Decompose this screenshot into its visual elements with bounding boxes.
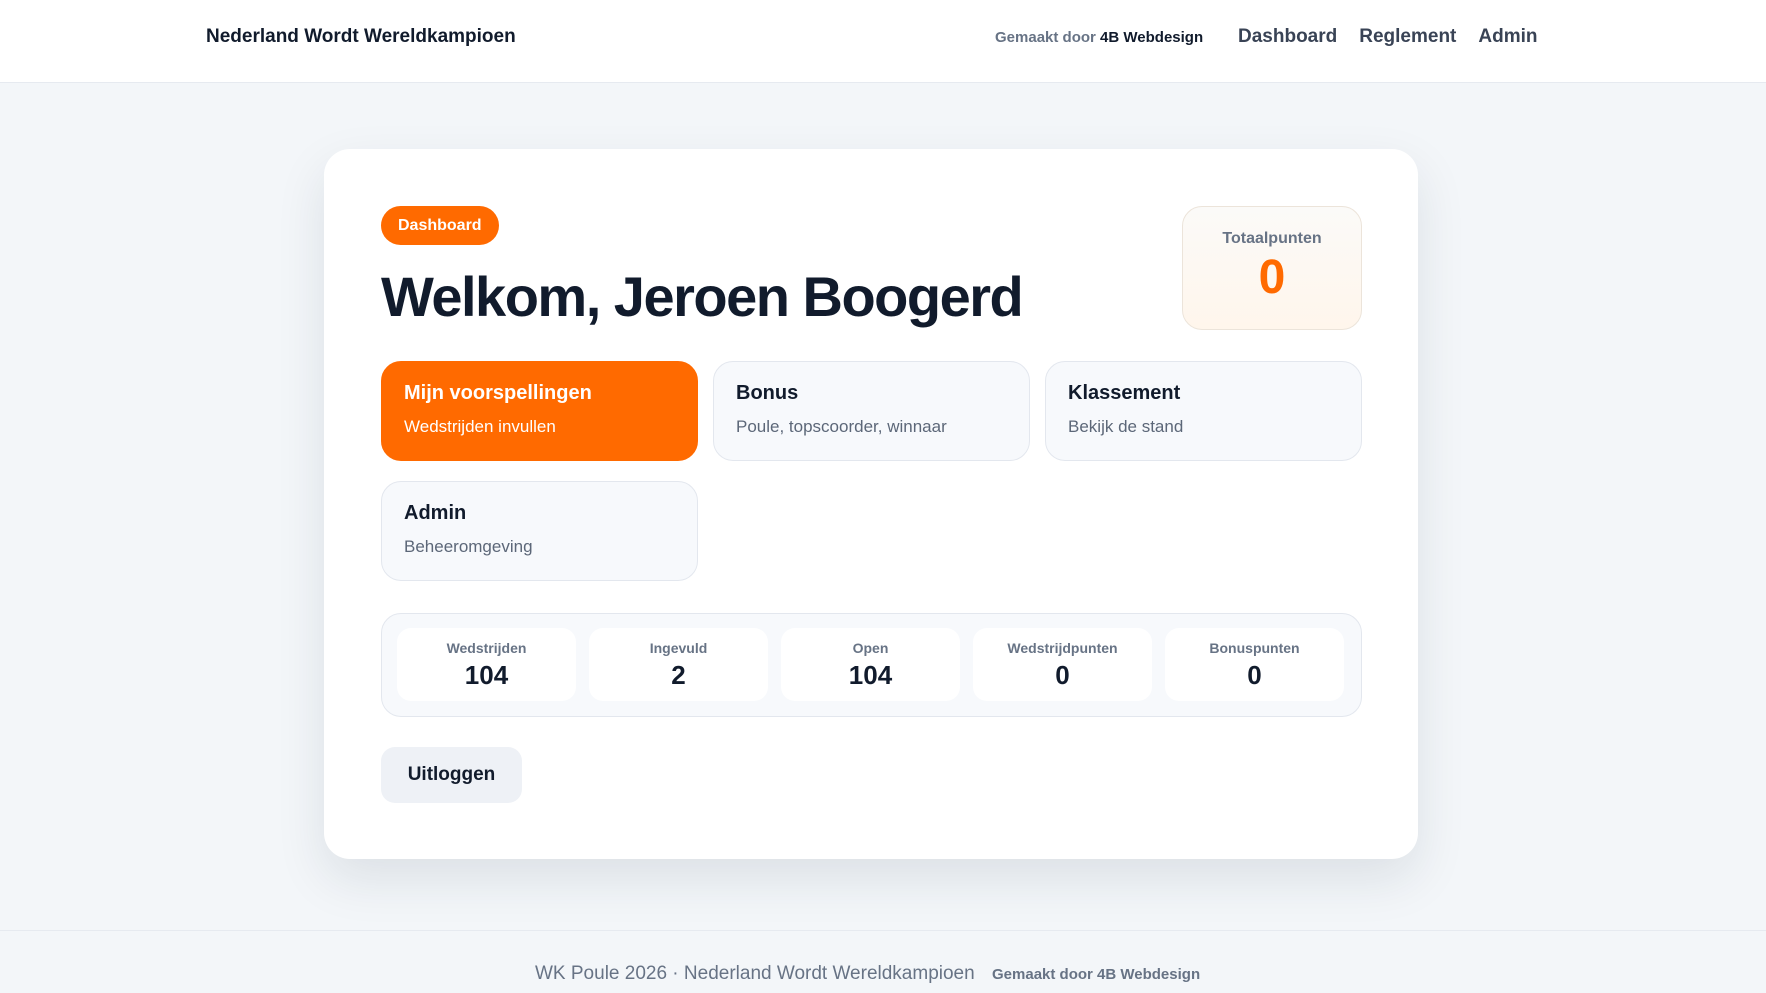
footer-text: WK Poule 2026 · Nederland Wordt Wereldka… [535, 963, 975, 984]
tile-subtitle: Bekijk de stand [1068, 417, 1184, 436]
stat-value: 0 [1055, 660, 1070, 690]
tile-ranking[interactable]: Klassement Bekijk de stand [1045, 361, 1362, 461]
tile-title: Bonus [736, 382, 799, 404]
dashboard-card: Dashboard Welkom, Jeroen Boogerd Totaalp… [324, 149, 1418, 859]
tile-subtitle: Beheeromgeving [404, 537, 533, 556]
tile-subtitle: Wedstrijden invullen [404, 417, 556, 436]
footer-credit[interactable]: Gemaakt door 4B Webdesign [992, 966, 1200, 983]
stat-match-points: Wedstrijdpunten 0 [973, 628, 1152, 701]
credit-prefix: Gemaakt door [995, 29, 1096, 46]
stats-panel: Wedstrijden 104 Ingevuld 2 Open 104 Weds… [381, 613, 1362, 717]
stat-value: 2 [671, 660, 686, 690]
stat-value: 104 [848, 660, 893, 690]
brand-title[interactable]: Nederland Wordt Wereldkampioen [206, 26, 516, 48]
credit-name[interactable]: 4B Webdesign [1100, 29, 1203, 46]
nav-admin[interactable]: Admin [1478, 26, 1537, 48]
stat-label: Wedstrijdpunten [1007, 640, 1118, 656]
tile-bonus[interactable]: Bonus Poule, topscoorder, winnaar [713, 361, 1030, 461]
total-points-label: Totaalpunten [1222, 230, 1322, 247]
stat-label: Open [852, 640, 889, 656]
tile-admin[interactable]: Admin Beheeromgeving [381, 481, 698, 581]
tile-subtitle: Poule, topscoorder, winnaar [736, 417, 947, 436]
page-badge: Dashboard [381, 206, 499, 245]
stat-label: Ingevuld [649, 640, 708, 656]
tile-title: Admin [404, 502, 467, 524]
page-title: Welkom, Jeroen Boogerd [381, 265, 1024, 328]
tile-title: Mijn voorspellingen [404, 382, 592, 404]
nav-dashboard[interactable]: Dashboard [1238, 26, 1337, 48]
stat-label: Wedstrijden [446, 640, 527, 656]
nav-reglement[interactable]: Reglement [1359, 26, 1456, 48]
stat-label: Bonuspunten [1209, 640, 1300, 656]
logout-button[interactable]: Uitloggen [381, 747, 522, 803]
stat-filled: Ingevuld 2 [589, 628, 768, 701]
stat-open: Open 104 [781, 628, 960, 701]
stat-value: 104 [464, 660, 509, 690]
total-points-card: Totaalpunten 0 [1182, 206, 1362, 330]
stat-bonus-points: Bonuspunten 0 [1165, 628, 1344, 701]
top-navbar: Nederland Wordt Wereldkampioen Gemaakt d… [0, 0, 1766, 83]
stat-value: 0 [1247, 660, 1262, 690]
page-footer: WK Poule 2026 · Nederland Wordt Wereldka… [0, 930, 1766, 993]
main-nav: Dashboard Reglement Admin [1238, 26, 1538, 48]
header-credit: Gemaakt door 4B Webdesign [995, 29, 1203, 46]
tile-title: Klassement [1068, 382, 1181, 404]
stat-matches: Wedstrijden 104 [397, 628, 576, 701]
tile-predictions[interactable]: Mijn voorspellingen Wedstrijden invullen [381, 361, 698, 461]
total-points-value: 0 [1258, 251, 1286, 304]
